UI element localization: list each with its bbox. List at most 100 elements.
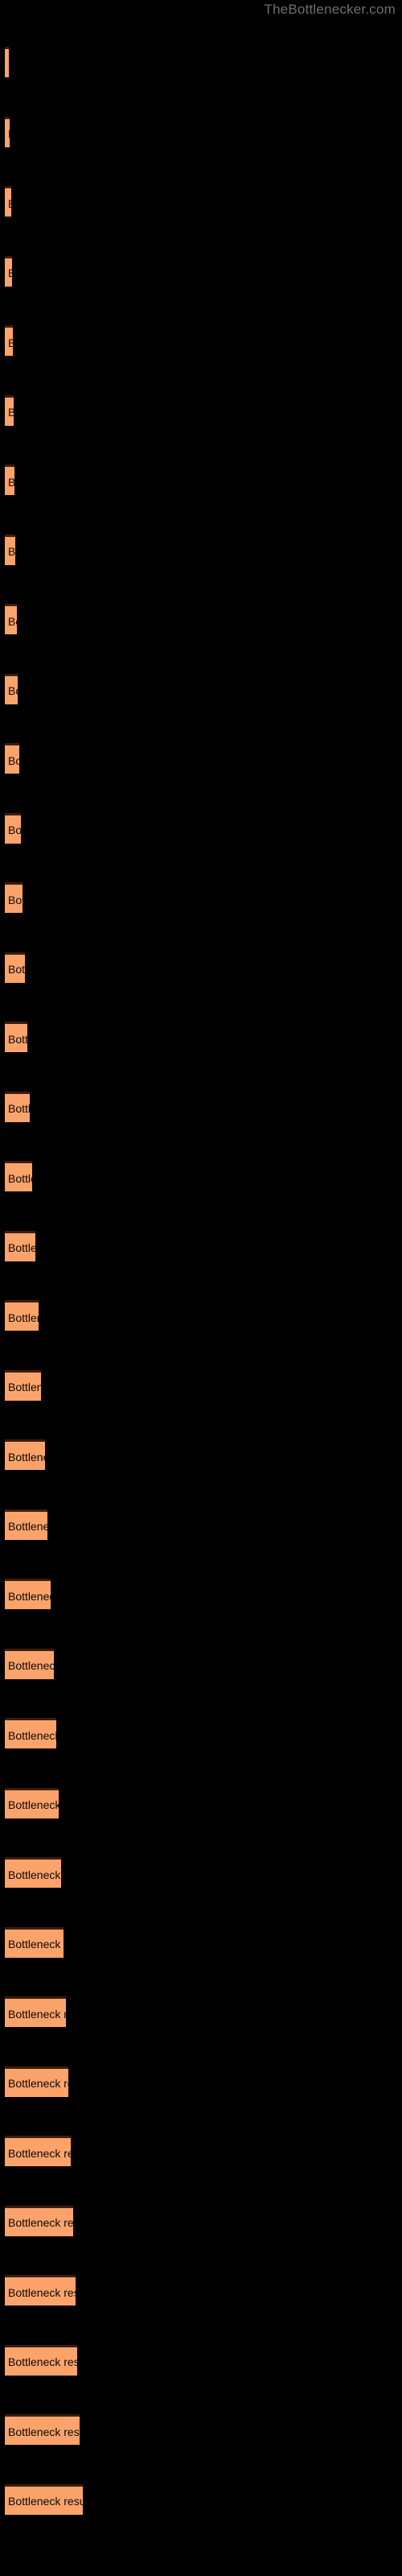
bar-row: Bottleneck result [0,2483,402,2517]
chart-bar[interactable]: Bottleneck result [5,464,14,495]
chart-bar[interactable]: Bottleneck result [5,1439,45,1470]
bar-row: Bottleneck result [0,2275,402,2308]
bar-label: Bottleneck result [8,127,10,140]
bar-label: Bottleneck result [8,2077,68,2090]
chart-bar[interactable]: Bottleneck result [5,325,13,356]
bar-row: Bottleneck result [0,2414,402,2447]
chart-bar[interactable]: Bottleneck result [5,1022,27,1052]
chart-bar[interactable]: Bottleneck result [5,952,25,983]
bar-row: Bottleneck result [0,1022,402,1055]
bar-row: Bottleneck result [0,255,402,289]
bar-label: Bottleneck result [8,1311,39,1324]
bar-label: Bottleneck result [8,1381,41,1393]
chart-bar[interactable]: Bottleneck result [5,1161,32,1191]
bar-row: Bottleneck result [0,1300,402,1333]
bar-row: Bottleneck result [0,673,402,707]
bar-row: Bottleneck result [0,812,402,846]
bar-row: Bottleneck result [0,1579,402,1612]
bar-label: Bottleneck result [8,476,14,489]
bar-label: Bottleneck result [8,614,17,628]
bar-row: Bottleneck result [0,394,402,428]
chart-bar[interactable]: Bottleneck result [5,2414,80,2445]
bar-row: Bottleneck result [0,1926,402,1960]
bar-label: Bottleneck result [8,1520,47,1533]
chart-bar[interactable]: Bottleneck result [5,743,19,774]
bar-row: Bottleneck result [0,47,402,80]
bar-label: Bottleneck result [8,1241,35,1254]
bar-label: Bottleneck result [8,893,23,906]
bar-row: Bottleneck result [0,464,402,497]
bar-label: Bottleneck result [8,197,11,210]
bar-row: Bottleneck result [0,1787,402,1821]
bar-label: Bottleneck result [8,1171,32,1185]
chart-bar[interactable]: Bottleneck result [5,186,11,217]
bar-label: Bottleneck result [8,266,12,279]
bottleneck-chart-page: TheBottlenecker.com Bottleneck resultBot… [0,0,402,2576]
bar-label: Bottleneck result [8,1450,45,1463]
horizontal-bar-chart: Bottleneck result Bottleneck result Bottle… [0,0,402,2576]
chart-bar[interactable]: Bottleneck result [5,1300,39,1331]
bar-label: Bottleneck result [8,2146,71,2160]
bar-label: Bottleneck result [8,1032,27,1046]
chart-bar[interactable]: Bottleneck result [5,2066,68,2097]
bar-row: Bottleneck result [0,325,402,358]
bar-label: Bottleneck result [8,1728,56,1742]
bar-row: Bottleneck result [0,1230,402,1264]
chart-bar[interactable]: Bottleneck result [5,882,23,913]
bar-label: Bottleneck result [8,2285,76,2299]
chart-bar[interactable]: Bottleneck result [5,2205,73,2236]
bar-row: Bottleneck result [0,1161,402,1194]
chart-bar[interactable]: Bottleneck result [5,1369,41,1401]
bar-label: Bottleneck result [8,1589,51,1603]
bar-row: Bottleneck result [0,743,402,776]
bar-row: Bottleneck result [0,1509,402,1542]
chart-bar[interactable]: Bottleneck result [5,534,15,565]
chart-bar[interactable]: Bottleneck result [5,2275,76,2306]
chart-bar[interactable]: Bottleneck result [5,1857,61,1888]
bar-row: Bottleneck result [0,1996,402,2029]
bar-row: Bottleneck result [0,1718,402,1751]
bar-label: Bottleneck result [8,1868,61,1881]
bar-row: Bottleneck result [0,1439,402,1472]
chart-bar[interactable]: Bottleneck result [5,604,17,634]
bar-row: Bottleneck result [0,1857,402,1890]
bar-label: Bottleneck result [8,336,13,349]
bar-row: Bottleneck result [0,1369,402,1403]
chart-bar[interactable]: Bottleneck result [5,1230,35,1261]
chart-bar[interactable]: Bottleneck result [5,1091,30,1122]
chart-bar[interactable]: Bottleneck result [5,2136,71,2166]
chart-bar[interactable]: Bottleneck result [5,1509,47,1540]
chart-bar[interactable]: Bottleneck result [5,47,9,77]
bar-label: Bottleneck result [8,58,9,71]
chart-bar[interactable]: Bottleneck result [5,1787,59,1818]
bar-label: Bottleneck result [8,406,14,419]
bar-row: Bottleneck result [0,952,402,985]
bar-label: Bottleneck result [8,753,19,767]
chart-bar[interactable]: Bottleneck result [5,1648,54,1679]
chart-bar[interactable]: Bottleneck result [5,1579,51,1609]
chart-bar[interactable]: Bottleneck result [5,2344,77,2376]
bar-row: Bottleneck result [0,1091,402,1125]
chart-bar[interactable]: Bottleneck result [5,812,21,844]
bar-label: Bottleneck result [8,1798,59,1811]
chart-bar[interactable]: Bottleneck result [5,1718,56,1748]
chart-bar[interactable]: Bottleneck result [5,673,18,704]
chart-bar[interactable]: Bottleneck result [5,1926,64,1958]
bar-row: Bottleneck result [0,2205,402,2239]
chart-bar[interactable]: Bottleneck result [5,255,12,287]
bar-row: Bottleneck result [0,534,402,568]
bar-label: Bottleneck result [8,2425,80,2438]
chart-bar[interactable]: Bottleneck result [5,116,10,147]
chart-bar[interactable]: Bottleneck result [5,394,14,426]
bar-row: Bottleneck result [0,2066,402,2099]
bar-label: Bottleneck result [8,2007,66,2021]
bar-row: Bottleneck result [0,1648,402,1682]
chart-bar[interactable]: Bottleneck result [5,2483,83,2515]
bar-label: Bottleneck result [8,1102,30,1115]
bar-label: Bottleneck result [8,545,15,558]
bar-label: Bottleneck result [8,1659,54,1672]
bar-label: Bottleneck result [8,684,18,697]
bar-label: Bottleneck result [8,824,21,836]
chart-bar[interactable]: Bottleneck result [5,1996,66,2027]
bar-label: Bottleneck result [8,2216,73,2229]
